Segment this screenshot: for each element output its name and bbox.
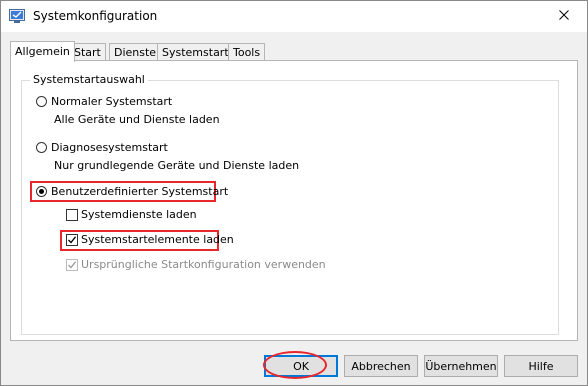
- msconfig-icon: [9, 9, 25, 23]
- annotation-ellipse-ok: [263, 351, 327, 379]
- checkmark-icon: [68, 236, 77, 244]
- use-original-config-checkbox: [66, 259, 78, 271]
- load-startup-items-checkbox[interactable]: [66, 234, 78, 246]
- load-startup-items-label[interactable]: Systemstartelemente laden: [81, 233, 234, 246]
- diagnostic-startup-description: Nur grundlegende Geräte und Dienste lade…: [54, 159, 300, 172]
- custom-startup-label[interactable]: Benutzerdefinierter Systemstart: [51, 185, 228, 198]
- cancel-button[interactable]: Abbrechen: [344, 355, 418, 377]
- normal-startup-description: Alle Geräte und Dienste laden: [54, 113, 220, 126]
- custom-startup-radio[interactable]: [36, 186, 47, 197]
- checkmark-icon: [68, 261, 77, 269]
- normal-startup-radio[interactable]: [36, 96, 47, 107]
- group-title: Systemstartauswahl: [30, 73, 148, 86]
- close-icon: [559, 10, 569, 23]
- tab-tools[interactable]: Tools: [228, 43, 266, 60]
- apply-button[interactable]: Übernehmen: [424, 355, 498, 377]
- diagnostic-startup-radio[interactable]: [36, 142, 47, 153]
- window-title: Systemkonfiguration: [33, 9, 158, 23]
- tab-dienste[interactable]: Dienste: [109, 43, 162, 60]
- load-services-checkbox[interactable]: [66, 209, 78, 221]
- close-button[interactable]: [541, 1, 587, 32]
- help-button[interactable]: Hilfe: [504, 355, 578, 377]
- diagnostic-startup-label[interactable]: Diagnosesystemstart: [51, 141, 168, 154]
- tab-allgemein[interactable]: Allgemein: [10, 41, 75, 62]
- use-original-config-label: Ursprüngliche Startkonfiguration verwend…: [81, 258, 326, 271]
- tab-systemstart[interactable]: Systemstart: [157, 43, 234, 60]
- load-services-label[interactable]: Systemdienste laden: [81, 208, 197, 221]
- dialog-window: Systemkonfiguration Allgemein Start Dien…: [0, 0, 588, 386]
- title-bar[interactable]: Systemkonfiguration: [1, 1, 587, 32]
- normal-startup-label[interactable]: Normaler Systemstart: [51, 95, 172, 108]
